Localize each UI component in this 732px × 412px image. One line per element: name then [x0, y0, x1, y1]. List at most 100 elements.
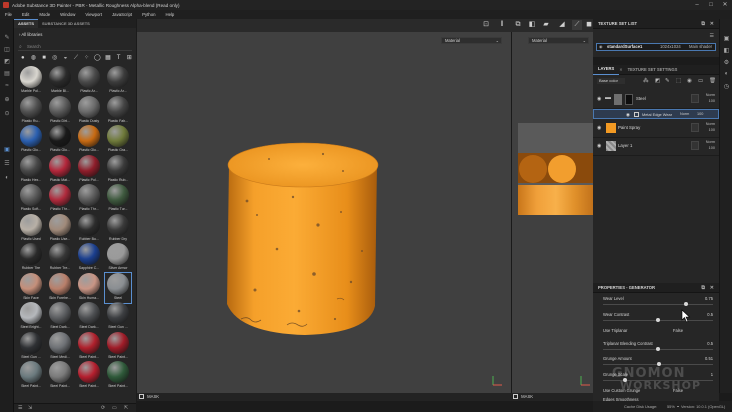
layer-mask-slot[interactable] — [691, 123, 699, 132]
texture-set-row[interactable]: ◉ standardSurface1 1024x1024 Main shader — [596, 43, 716, 51]
eraser-tool-icon[interactable]: ◫ — [3, 47, 11, 53]
material-thumbnail[interactable]: Skin Face — [18, 272, 44, 303]
add-mask-icon[interactable]: ◩ — [655, 78, 660, 84]
material-thumbnail[interactable]: Plastic Dirt... — [47, 95, 73, 126]
geometry-fill-tool-icon[interactable]: ▤ — [3, 71, 11, 77]
material-thumbnail[interactable]: Plastic Used — [18, 213, 44, 244]
material-thumbnail[interactable]: Plastic Ar... — [76, 66, 102, 96]
slider-handle[interactable] — [656, 347, 660, 351]
layer-mask-slot[interactable] — [691, 141, 699, 150]
close-icon[interactable]: ✕ — [710, 283, 714, 293]
display-icon[interactable]: ◐ — [722, 71, 731, 77]
layer-row-layer-1[interactable]: ◉ Layer 1 Norm 100 — [593, 138, 719, 156]
material-thumbnail[interactable]: Plastic Ru... — [18, 95, 44, 126]
filter-masks-icon[interactable]: ■ — [39, 54, 49, 62]
asset-search-input[interactable]: ⌕ Search — [18, 43, 132, 51]
material-thumbnail[interactable]: Marble Pol... — [18, 66, 44, 96]
tab-substance-3d-assets[interactable]: SUBSTANCE 3D ASSETS — [38, 20, 94, 28]
view-mode-icon[interactable]: ⧉ — [513, 20, 523, 30]
picker-tool-icon[interactable]: ⊙ — [3, 111, 11, 117]
filter-text-icon[interactable]: T — [114, 54, 124, 62]
channel-dropdown[interactable]: Base color — [597, 78, 625, 84]
material-thumbnail[interactable]: Sapphire C... — [76, 243, 102, 273]
filter-particles-icon[interactable]: ⁘ — [82, 54, 92, 62]
brush-mode-icon[interactable]: ⟋ — [572, 20, 582, 30]
material-thumbnail[interactable]: Plastic Glo... — [47, 125, 73, 155]
tab-assets[interactable]: ASSETS — [14, 19, 39, 28]
visibility-eye-icon[interactable]: ◉ — [597, 125, 601, 131]
export-icon[interactable]: ⇱ — [124, 405, 128, 411]
property-toggle-value[interactable]: False — [673, 328, 683, 333]
material-thumbnail[interactable]: Skin Huma... — [76, 272, 102, 303]
history-icon[interactable]: ◷ — [722, 83, 731, 90]
material-thumbnail[interactable]: Steel Paint... — [105, 331, 131, 362]
filter-smart-materials-icon[interactable]: ◍ — [29, 54, 39, 62]
smudge-tool-icon[interactable]: ≈ — [3, 83, 11, 89]
filter-brushes-icon[interactable]: ⟋ — [71, 54, 81, 62]
material-thumbnail[interactable]: Plastic Mat... — [47, 154, 73, 185]
property-value[interactable]: 0.5 — [707, 312, 713, 317]
add-paint-layer-icon[interactable]: ✎ — [665, 78, 670, 84]
material-thumbnail[interactable]: Steel Paint... — [76, 331, 102, 362]
material-thumbnail[interactable]: Steel Dark... — [76, 302, 102, 332]
projection-tool-icon[interactable]: ◩ — [3, 59, 11, 65]
add-fill-layer-icon[interactable]: ⬚ — [676, 78, 681, 84]
tab-layers[interactable]: LAYERS — [593, 64, 620, 75]
add-folder-icon[interactable]: ▭ — [698, 78, 703, 84]
filter-materials-icon[interactable]: ● — [18, 54, 28, 62]
visibility-eye-icon[interactable]: ◉ — [626, 112, 630, 118]
lighting-icon[interactable]: ◢ — [557, 20, 567, 30]
visibility-eye-icon[interactable]: ◉ — [597, 96, 601, 102]
opacity[interactable]: 100 — [697, 112, 703, 116]
paint-brush-tool-icon[interactable]: ✎ — [3, 35, 11, 41]
property-row[interactable]: Use Triplanar False — [603, 328, 713, 341]
layers-icon[interactable]: ◧ — [722, 47, 731, 54]
layer-blend[interactable]: Norm 100 — [706, 139, 715, 151]
tab-texture-set-settings[interactable]: TEXTURE SET SETTINGS — [623, 65, 683, 75]
blend-mode[interactable]: Norm — [680, 112, 689, 116]
filter-filters-icon[interactable]: ◒ — [61, 54, 71, 62]
filter-generators-icon[interactable]: ◎ — [50, 54, 60, 62]
layer-row-steel[interactable]: ◉ ▬ Steel Norm 100 — [593, 91, 719, 109]
layer-row-paint-spray[interactable]: ◉ Paint Spray Norm 100 — [593, 120, 719, 138]
viewport-3d-mode-dropdown[interactable]: Material ⌄ — [441, 37, 502, 44]
menu-python[interactable]: Python — [137, 10, 160, 19]
material-thumbnail[interactable]: Plastic Tur... — [105, 184, 131, 214]
material-thumbnail[interactable]: Plastic Ar... — [105, 66, 131, 96]
material-thumbnail[interactable]: Steel Bright... — [18, 302, 44, 332]
assets-panel-icon[interactable]: ▣ — [3, 147, 11, 153]
menu-help[interactable]: Help — [160, 10, 179, 19]
slider-handle[interactable] — [656, 318, 660, 322]
close-button[interactable]: ✕ — [718, 0, 732, 10]
layer-mask-slot[interactable] — [691, 94, 699, 103]
viewport-2d-mode-dropdown[interactable]: Material ⌄ — [528, 37, 589, 44]
material-thumbnail[interactable]: Marble Bl... — [47, 66, 73, 96]
close-icon[interactable]: ✕ — [710, 19, 714, 29]
property-row[interactable]: Wear Level 0.75 — [603, 296, 713, 309]
material-thumbnail[interactable]: Plastic Glo... — [76, 125, 102, 155]
menu-viewport[interactable]: Viewport — [80, 10, 107, 19]
filter-textures-icon[interactable]: ▦ — [103, 54, 113, 62]
material-thumbnail[interactable]: Steel Gun ... — [18, 331, 44, 362]
add-group-icon[interactable]: ◉ — [687, 78, 692, 84]
material-thumbnail[interactable]: Rubber Tre... — [47, 243, 73, 273]
material-thumbnail[interactable]: Plastic Gra... — [105, 125, 131, 155]
material-thumbnail[interactable]: Steel Gun ... — [105, 302, 131, 332]
material-thumbnail[interactable]: Steel Paint... — [18, 361, 44, 391]
material-thumbnail[interactable]: Plastic Thr... — [76, 184, 102, 214]
menu-mode[interactable]: Mode — [34, 10, 55, 19]
menu-edit[interactable]: Edit — [17, 10, 34, 19]
material-thumbnail[interactable]: Plastic Use... — [47, 213, 73, 244]
material-thumbnail[interactable]: Plastic Pol... — [76, 154, 102, 185]
delete-layer-icon[interactable]: 🗑 — [709, 78, 716, 84]
undock-icon[interactable]: ⧉ — [701, 283, 705, 293]
maximize-button[interactable]: □ — [704, 0, 718, 10]
material-thumbnail[interactable]: Plastic Soft... — [18, 184, 44, 214]
clone-tool-icon[interactable]: ⊕ — [3, 97, 11, 103]
undock-icon[interactable]: ⧉ — [701, 19, 705, 29]
camera-settings-icon[interactable]: ⊡ — [481, 20, 491, 30]
layer-blend[interactable]: Norm 100 — [706, 121, 715, 133]
mask-checkbox-2d[interactable] — [513, 394, 518, 400]
layers-panel-icon[interactable]: ☰ — [3, 161, 11, 167]
layer-row-metal-edge-wear[interactable]: ◉ Metal Edge Wear Norm 100 — [593, 109, 719, 119]
